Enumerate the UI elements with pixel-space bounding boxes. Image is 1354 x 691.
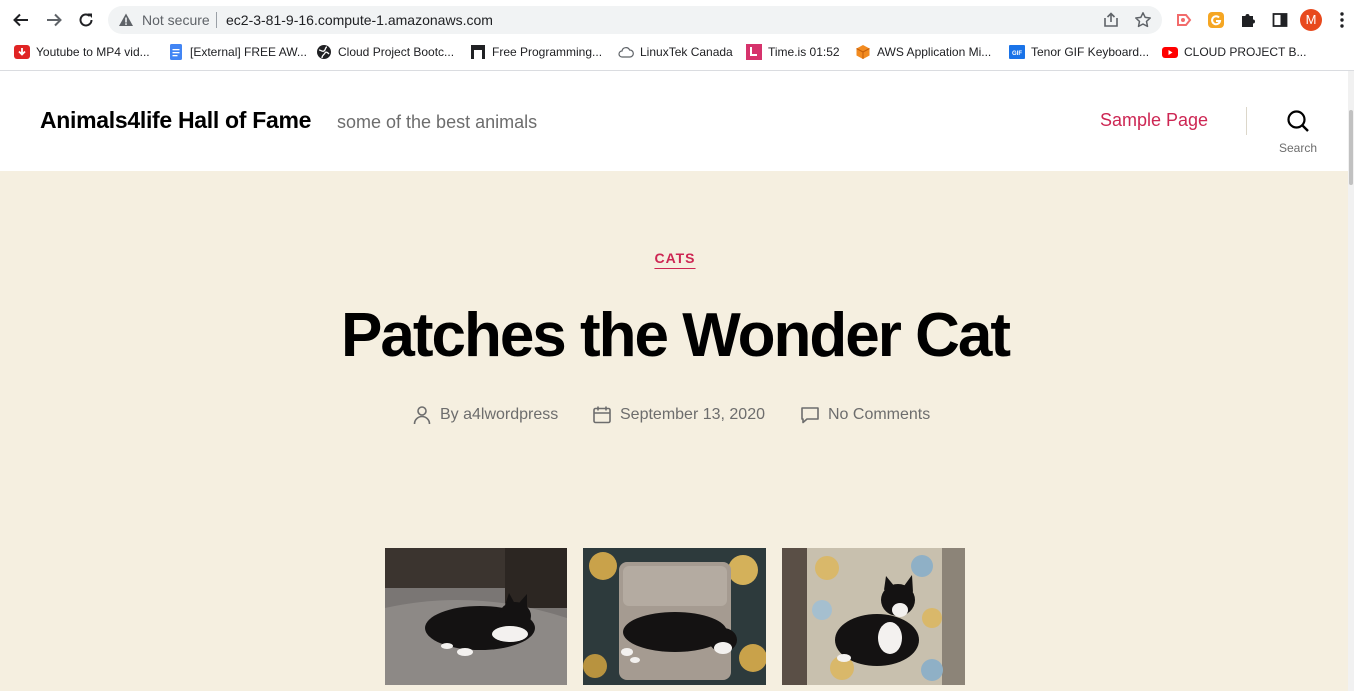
share-icon[interactable]: [1102, 11, 1120, 29]
bookmark-label: LinuxTek Canada: [640, 45, 733, 59]
header-divider: [1246, 107, 1247, 135]
post-author: By a4lwordpress: [412, 405, 558, 425]
bookmark-time-is[interactable]: Time.is 01:52: [746, 43, 840, 61]
address-bar[interactable]: Not secure ec2-3-81-9-16.compute-1.amazo…: [108, 6, 1162, 34]
extension-screencast-button[interactable]: [1172, 8, 1196, 32]
timeis-icon: [746, 44, 762, 60]
comment-icon: [801, 407, 819, 424]
search-label: Search: [1278, 141, 1318, 155]
red-download-icon: [14, 45, 30, 59]
calendar-icon: [593, 406, 611, 424]
post-comments: No Comments: [800, 405, 930, 425]
profile-avatar[interactable]: M: [1299, 8, 1323, 32]
omnibox-separator: [216, 12, 217, 28]
bookmark-label: Tenor GIF Keyboard...: [1031, 45, 1150, 59]
side-panel-icon: [1272, 13, 1288, 27]
screencast-extension-icon: [1177, 14, 1192, 26]
bookmark-label: Free Programming...: [492, 45, 603, 59]
reload-button[interactable]: [74, 8, 98, 32]
back-button[interactable]: [9, 8, 33, 32]
kebab-menu-icon: [1340, 12, 1344, 28]
bookmark-label: [External] FREE AW...: [190, 45, 307, 59]
post-date: September 13, 2020: [592, 405, 765, 425]
profile-initial: M: [1305, 12, 1317, 27]
site-header: Animals4life Hall of Fame some of the be…: [0, 71, 1354, 171]
puzzle-piece-icon: [1242, 14, 1255, 27]
author-link[interactable]: By a4lwordpress: [440, 406, 558, 424]
bookmark-label: Time.is 01:52: [768, 45, 840, 59]
forward-arrow-icon: [47, 13, 62, 27]
bookmarks-bar: Youtube to MP4 vid... [External] FREE AW…: [0, 40, 1354, 64]
page-scrollbar-thumb[interactable]: [1349, 110, 1353, 185]
bookmark-cloud-project-bootcamp[interactable]: Cloud Project Bootc...: [316, 43, 454, 61]
warning-triangle-icon: [119, 13, 133, 26]
user-icon: [413, 406, 431, 425]
search-toggle-button[interactable]: Search: [1272, 109, 1324, 155]
gallery-photo-cat-on-couch[interactable]: [385, 548, 567, 685]
post-meta: By a4lwordpress September 13, 2020 No Co…: [0, 405, 1350, 429]
site-description: some of the best animals: [337, 112, 538, 132]
cloud-outline-icon: [618, 47, 634, 58]
security-status-label[interactable]: Not secure: [142, 12, 210, 28]
svg-text:GIF: GIF: [1012, 51, 1022, 57]
side-panel-button[interactable]: [1268, 8, 1292, 32]
browser-menu-button[interactable]: [1332, 8, 1352, 32]
extensions-button[interactable]: [1236, 8, 1260, 32]
post-category: CATS: [0, 250, 1350, 268]
gallery-photo-cat-on-chair[interactable]: [782, 548, 965, 685]
bookmark-cloud-project-b[interactable]: CLOUD PROJECT B...: [1162, 43, 1306, 61]
forward-button[interactable]: [42, 8, 66, 32]
comments-link[interactable]: No Comments: [828, 406, 930, 424]
gif-icon: GIF: [1009, 45, 1025, 59]
cat-photo-image: [782, 548, 965, 685]
bookmark-label: CLOUD PROJECT B...: [1184, 45, 1307, 59]
post-title: Patches the Wonder Cat: [340, 301, 1011, 370]
category-link-cats[interactable]: CATS: [654, 250, 695, 266]
cat-photo-image: [385, 548, 567, 685]
cat-photo-image: [583, 548, 766, 685]
date-link[interactable]: September 13, 2020: [620, 406, 765, 424]
bookmark-label: Youtube to MP4 vid...: [36, 45, 150, 59]
site-title-link[interactable]: Animals4life Hall of Fame: [40, 107, 311, 134]
bookmark-free-programming[interactable]: Free Programming...: [470, 43, 602, 61]
bookmark-linuxtek-canada[interactable]: LinuxTek Canada: [618, 43, 733, 61]
back-arrow-icon: [13, 13, 28, 27]
bookmark-label: Cloud Project Bootc...: [338, 45, 455, 59]
nav-link-sample-page[interactable]: Sample Page: [1100, 110, 1208, 131]
search-icon: [1287, 110, 1309, 132]
youtube-icon: [1162, 47, 1178, 58]
bookmark-tenor-gif-keyboard[interactable]: GIF Tenor GIF Keyboard...: [1009, 43, 1149, 61]
bookmark-external-free-aws[interactable]: [External] FREE AW...: [168, 43, 307, 61]
google-docs-icon: [170, 44, 182, 60]
url-text[interactable]: ec2-3-81-9-16.compute-1.amazonaws.com: [226, 12, 493, 28]
bookmark-aws-application-migration[interactable]: AWS Application Mi...: [855, 43, 991, 61]
extension-grammar-button[interactable]: [1204, 8, 1228, 32]
gallery-photo-cat-on-ottoman[interactable]: [583, 548, 766, 685]
reload-icon: [79, 13, 93, 27]
browser-toolbar: Not secure ec2-3-81-9-16.compute-1.amazo…: [0, 0, 1354, 40]
bookmark-star-icon[interactable]: [1134, 11, 1152, 29]
grammar-extension-icon: [1208, 12, 1224, 28]
black-square-icon: [471, 45, 485, 59]
browser-chrome: Not secure ec2-3-81-9-16.compute-1.amazo…: [0, 0, 1354, 71]
globe-icon: [317, 45, 331, 59]
aws-box-icon: [856, 45, 870, 59]
bookmark-label: AWS Application Mi...: [877, 45, 992, 59]
bookmark-youtube-mp4[interactable]: Youtube to MP4 vid...: [14, 43, 150, 61]
